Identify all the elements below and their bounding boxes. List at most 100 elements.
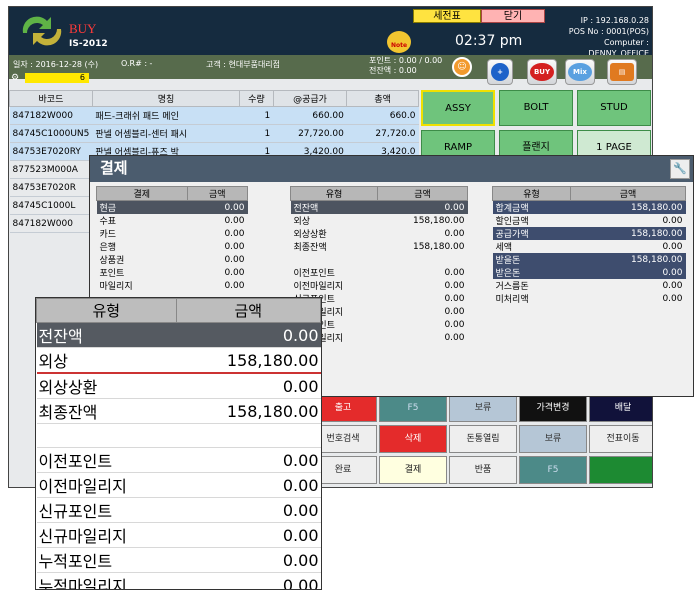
list-item[interactable]: 카드 0.00 <box>97 227 248 241</box>
list-item[interactable]: 누적마일리지0.00 <box>36 572 321 589</box>
list-item[interactable]: 마일리지 0.00 <box>97 279 248 293</box>
gear-icon[interactable]: ⚙ <box>11 73 23 83</box>
row-value: 0.00 <box>377 200 468 214</box>
list-item[interactable]: 포인트 0.00 <box>97 266 248 280</box>
row-value: 158,180.00 <box>570 227 686 240</box>
function-key[interactable]: 보류 <box>519 425 587 453</box>
header-bar: BUY IS-2012 세전표 닫기 Note 02:37 pm IP : 19… <box>9 7 652 58</box>
list-item[interactable]: 공급가액 158,180.00 <box>492 227 686 240</box>
print-button[interactable]: ▤ <box>607 59 637 85</box>
wrench-icon[interactable]: 🔧 <box>670 159 690 179</box>
list-item[interactable]: 받은돈 0.00 <box>492 266 686 279</box>
column-header: 금액 <box>377 186 468 201</box>
function-key[interactable]: F5 <box>379 394 447 422</box>
customer-face-icon[interactable]: ☺ <box>452 57 472 77</box>
mix-button[interactable]: Mix <box>565 59 595 85</box>
grid-header[interactable]: @공급가 <box>272 90 348 107</box>
points-label: 포인트 : 0.00 / 0.00 <box>369 56 443 65</box>
category-button[interactable]: BOLT <box>499 90 573 126</box>
table-row[interactable]: 847182W000 패드-크래쉬 패드 메인 1 660.00 660.0 <box>9 106 419 125</box>
list-item[interactable] <box>291 253 468 266</box>
table-cell: 847182W000 <box>9 106 93 125</box>
list-item[interactable]: 외상상환 0.00 <box>36 373 321 399</box>
list-item[interactable]: 상품권 0.00 <box>97 253 248 267</box>
row-value: 0.00 <box>444 332 465 343</box>
table-header-row: 유형 금액 <box>289 186 468 201</box>
list-item[interactable]: 이전마일리지 0.00 <box>291 279 468 293</box>
table-row[interactable]: 84745C1000UN5 판넬 어셈블리-센터 패시 1 27,720.00 27,7… <box>9 124 419 143</box>
row-value: 0.00 <box>176 322 321 348</box>
function-key[interactable]: 전표이동 <box>589 425 652 453</box>
customer-label: 고객 : 현대부품대리점 <box>206 60 281 69</box>
list-item[interactable]: 전잔액 0.00 <box>290 200 468 214</box>
add-button[interactable]: + <box>487 59 513 85</box>
brand-label: BUY <box>69 21 97 36</box>
row-value: 0.00 <box>444 293 465 304</box>
grid-header[interactable]: 총액 <box>346 90 419 107</box>
list-item[interactable]: 할인금액 0.00 <box>493 214 686 228</box>
function-key[interactable] <box>589 456 652 484</box>
list-item[interactable]: 최종잔액 158,180.00 <box>36 398 321 424</box>
list-item[interactable]: 외상 158,180.00 <box>291 214 468 228</box>
table-cell: 판넬 어셈블리-센터 패시 <box>92 124 240 143</box>
row-value: 158,180.00 <box>176 398 321 424</box>
buy-button[interactable]: BUY <box>527 59 557 85</box>
grid-header[interactable]: 바코드 <box>9 90 93 107</box>
list-item[interactable]: 최종잔액 158,180.00 <box>291 240 468 254</box>
table-cell: 877523M000A <box>9 160 93 179</box>
memo-icon[interactable]: Note <box>387 31 411 53</box>
list-item[interactable] <box>36 423 321 448</box>
row-value: 0.00 <box>176 572 321 589</box>
grid-header[interactable]: 수량 <box>239 90 274 107</box>
column-header: 결제 <box>96 186 188 201</box>
row-value: 0.00 <box>224 254 245 265</box>
ledger-button[interactable]: 세전표 <box>413 9 481 23</box>
function-key[interactable]: 결제 <box>379 456 447 484</box>
list-item[interactable]: 외상 158,180.00 <box>36 347 321 374</box>
row-label: 전잔액 <box>36 322 177 348</box>
close-button[interactable]: 닫기 <box>481 9 545 23</box>
row-value: 0.00 <box>224 267 245 278</box>
function-key[interactable]: 보류 <box>449 394 517 422</box>
list-item[interactable]: 미처리액 0.00 <box>493 292 686 306</box>
list-item[interactable]: 전잔액 0.00 <box>36 322 321 348</box>
row-value: 0.00 <box>176 472 321 498</box>
list-item[interactable]: 이전포인트 0.00 <box>36 447 321 473</box>
function-key[interactable]: 배달 <box>589 394 652 422</box>
list-item[interactable]: 현금 0.00 <box>96 200 248 214</box>
prev-balance-label: 전잔액 : 0.00 <box>369 66 417 75</box>
function-key[interactable]: 삭제 <box>379 425 447 453</box>
row-value: 0.00 <box>176 522 321 548</box>
list-item[interactable]: 수표 0.00 <box>97 214 248 228</box>
row-value: 0.00 <box>224 215 245 226</box>
row-value: 0.00 <box>444 319 465 330</box>
row-value: 0.00 <box>444 306 465 317</box>
function-key[interactable]: 반품 <box>449 456 517 484</box>
function-key[interactable]: 돈통열림 <box>449 425 517 453</box>
category-button[interactable]: ASSY <box>421 90 495 126</box>
row-value: 0.00 <box>176 497 321 523</box>
list-item[interactable]: 누적포인트0.00 <box>36 547 321 573</box>
table-cell: 84753E7020RY <box>9 142 93 161</box>
category-button[interactable]: STUD <box>577 90 651 126</box>
row-value: 158,180.00 <box>570 200 686 214</box>
list-item[interactable]: 신규마일리지0.00 <box>36 522 321 548</box>
list-item[interactable]: 신규포인트0.00 <box>36 497 321 523</box>
row-label <box>36 423 177 448</box>
table-cell: 84745C1000L <box>9 196 93 215</box>
list-item[interactable]: 외상상환 0.00 <box>291 227 468 241</box>
list-item[interactable]: 세액 0.00 <box>493 240 686 254</box>
list-item[interactable]: 이전마일리지 0.00 <box>36 472 321 498</box>
grid-header[interactable]: 명칭 <box>91 90 241 107</box>
list-item[interactable]: 은행 0.00 <box>97 240 248 254</box>
list-item[interactable]: 이전포인트 0.00 <box>291 266 468 280</box>
function-key[interactable]: F5 <box>519 456 587 484</box>
row-value: 158,180.00 <box>412 241 465 252</box>
function-key[interactable]: 가격변경 <box>519 394 587 422</box>
row-label: 이전마일리지 <box>293 282 344 292</box>
list-item[interactable]: 받을돈 158,180.00 <box>492 253 686 266</box>
list-item[interactable]: 합계금액 158,180.00 <box>492 200 686 214</box>
list-item[interactable]: 거스름돈 0.00 <box>493 279 686 293</box>
plus-icon: + <box>491 63 509 81</box>
row-value: 0.00 <box>444 267 465 278</box>
